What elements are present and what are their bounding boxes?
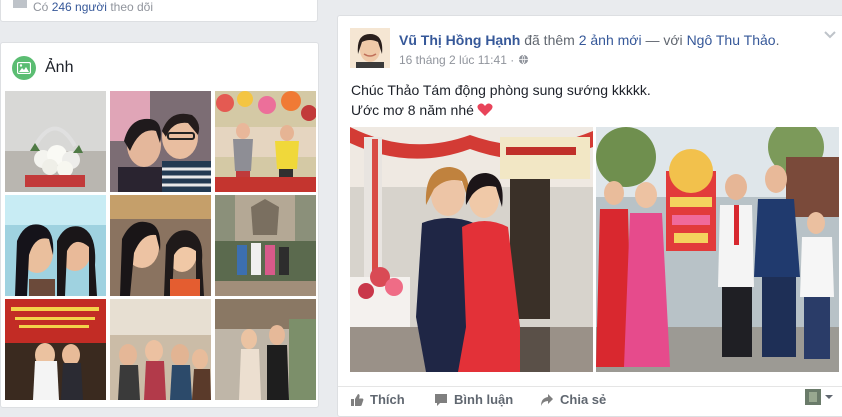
photo-girls-closeup[interactable] <box>110 195 211 296</box>
author-name-link[interactable]: Vũ Thị Hồng Hạnh <box>399 32 520 48</box>
comment-bubble-icon <box>435 393 447 406</box>
post-actions-bar: Thích Bình luận Chia sẻ <box>338 386 842 415</box>
like-button[interactable]: Thích <box>350 392 405 407</box>
photo-friends-posing[interactable] <box>215 299 316 400</box>
post-time-text: 16 tháng 2 lúc 11:41 · <box>399 53 515 67</box>
photo-count-link[interactable]: 2 ảnh mới <box>579 32 642 48</box>
post-header: Vũ Thị Hồng Hạnh đã thêm 2 ảnh mới — với… <box>399 32 779 48</box>
post-text-line-2: Ước mơ 8 năm nhé <box>351 100 651 120</box>
followers-count-link[interactable]: 246 người <box>52 0 107 14</box>
audience-selector[interactable] <box>805 389 834 405</box>
post-timestamp[interactable]: 16 tháng 2 lúc 11:41 · <box>399 53 529 67</box>
post-text: Chúc Thảo Tám động phòng sung sướng kkkk… <box>351 80 651 120</box>
audience-globe-icon[interactable] <box>518 54 529 65</box>
photos-title: Ảnh <box>45 59 74 76</box>
tagged-person-link[interactable]: Ngô Thu Thảo <box>687 32 776 48</box>
share-arrow-icon <box>541 393 553 406</box>
comment-label: Bình luận <box>454 392 514 407</box>
author-avatar[interactable] <box>350 28 390 68</box>
photo-flower-garden[interactable] <box>215 91 316 192</box>
post-text-line-2-text: Ước mơ 8 năm nhé <box>351 102 474 118</box>
post-options-chevron-icon[interactable] <box>824 30 836 40</box>
photo-graduation-banner[interactable] <box>5 299 106 400</box>
share-label: Chia sẻ <box>560 392 607 407</box>
post-photo-2[interactable] <box>596 127 839 372</box>
photo-flowers[interactable] <box>5 91 106 192</box>
profile-thumbnail-icon <box>805 389 821 405</box>
post-action-text: đã thêm <box>524 32 575 48</box>
followers-icon <box>13 0 27 8</box>
photo-statue-group[interactable] <box>215 195 316 296</box>
photo-couple-selfie[interactable] <box>110 91 211 192</box>
post-card: Vũ Thị Hồng Hạnh đã thêm 2 ảnh mới — với… <box>337 15 842 417</box>
header-period: . <box>775 32 780 48</box>
photos-header[interactable]: Ảnh <box>12 55 73 81</box>
chevron-down-icon <box>825 395 833 399</box>
post-photo-1[interactable] <box>350 127 593 372</box>
comment-button[interactable]: Bình luận <box>434 392 513 407</box>
photo-two-girls-selfie[interactable] <box>5 195 106 296</box>
followers-info: Có 246 người theo dõi <box>0 0 318 22</box>
post-text-line-1: Chúc Thảo Tám động phòng sung sướng kkkk… <box>351 82 651 98</box>
with-separator: — với <box>645 32 683 48</box>
thumbs-up-icon <box>351 393 364 406</box>
share-button[interactable]: Chia sẻ <box>540 392 606 407</box>
photos-card: Ảnh <box>0 42 319 408</box>
like-label: Thích <box>370 392 405 407</box>
followers-suffix: theo dõi <box>110 0 154 14</box>
photo-dinner-group[interactable] <box>110 299 211 400</box>
heart-emoji-icon <box>477 103 493 116</box>
followers-prefix: Có <box>33 0 49 14</box>
photos-icon <box>12 56 36 80</box>
